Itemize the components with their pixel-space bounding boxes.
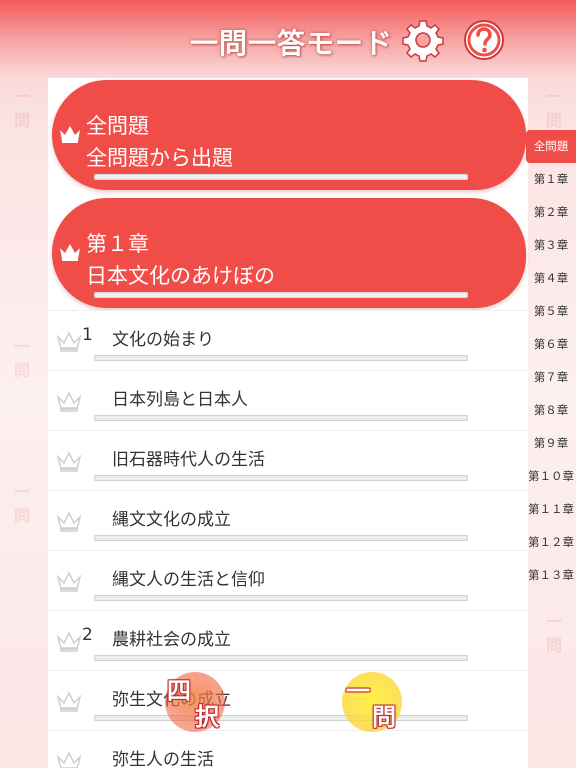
progress-bar — [94, 174, 468, 180]
crown-icon — [56, 691, 82, 712]
progress-bar — [94, 715, 468, 721]
progress-bar — [94, 415, 468, 421]
crown-icon — [56, 571, 82, 592]
crown-icon — [60, 126, 80, 143]
crown-icon — [56, 631, 82, 652]
list-item[interactable]: 弥生人の生活 — [48, 730, 528, 768]
background-watermark: 一問 — [545, 87, 562, 130]
chapter-index-item[interactable]: 第３章 — [526, 229, 576, 262]
list-item-label: 農耕社会の成立 — [112, 630, 231, 650]
gear-icon[interactable] — [401, 18, 445, 62]
chapter-index: 全問題 第１章 第２章 第３章 第４章 第５章 第６章 第７章 第８章 第９章 … — [526, 130, 576, 592]
card-chapter-1[interactable]: 第１章 日本文化のあけぼの — [52, 198, 526, 308]
chapter-index-item-all[interactable]: 全問題 — [526, 130, 576, 163]
progress-bar — [94, 595, 468, 601]
chapter-index-item[interactable]: 第７章 — [526, 361, 576, 394]
list-item[interactable]: 旧石器時代人の生活 — [48, 430, 528, 490]
section-number: 1 — [82, 325, 93, 345]
crown-icon — [56, 451, 82, 472]
list-item[interactable]: 2 農耕社会の成立 — [48, 610, 528, 670]
card-title: 第１章 — [86, 232, 149, 256]
crown-icon — [56, 391, 82, 412]
background-watermark: 一問 — [545, 612, 562, 655]
list-item-label: 文化の始まり — [112, 330, 214, 350]
card-title: 全問題 — [86, 114, 149, 138]
background-watermark: 一問 — [13, 87, 30, 130]
list-item[interactable]: 弥生文化の成立 — [48, 670, 528, 730]
mode-button-char: 四 — [167, 677, 191, 705]
card-all-questions[interactable]: 全問題 全問題から出題 — [52, 80, 526, 190]
four-choice-mode-button[interactable]: 四 択 — [165, 672, 225, 732]
chapter-index-item[interactable]: 第１１章 — [526, 493, 576, 526]
crown-icon — [56, 511, 82, 532]
background-watermark: 一問 — [13, 482, 30, 525]
list-item[interactable]: 1 文化の始まり — [48, 310, 528, 370]
chapter-index-item[interactable]: 第６章 — [526, 328, 576, 361]
section-number: 2 — [82, 625, 93, 645]
crown-icon — [56, 331, 82, 352]
list-item-label: 縄文文化の成立 — [112, 510, 231, 530]
background-watermark: 一問 — [13, 337, 30, 380]
chapter-index-item[interactable]: 第１０章 — [526, 460, 576, 493]
chapter-index-item[interactable]: 第１３章 — [526, 559, 576, 592]
list-item[interactable]: 縄文文化の成立 — [48, 490, 528, 550]
list-item-label: 弥生人の生活 — [112, 750, 214, 768]
chapter-index-item[interactable]: 第８章 — [526, 394, 576, 427]
list-item-label: 旧石器時代人の生活 — [112, 450, 265, 470]
progress-bar — [94, 655, 468, 661]
progress-bar — [94, 475, 468, 481]
card-subtitle: 全問題から出題 — [86, 146, 233, 170]
chapter-index-item[interactable]: 第４章 — [526, 262, 576, 295]
chapter-index-item[interactable]: 第１章 — [526, 163, 576, 196]
help-circle-icon[interactable] — [462, 18, 506, 62]
one-answer-mode-button[interactable]: 一 問 — [342, 672, 402, 732]
mode-button-char: 一 — [346, 677, 370, 705]
chapter-index-item[interactable]: 第１２章 — [526, 526, 576, 559]
chapter-index-item[interactable]: 第２章 — [526, 196, 576, 229]
mode-button-char: 問 — [372, 703, 396, 731]
progress-bar — [94, 355, 468, 361]
chapter-index-item[interactable]: 第９章 — [526, 427, 576, 460]
header-bar: 一問一答モード — [0, 0, 576, 78]
page-title: 一問一答モード — [190, 27, 394, 60]
list-item[interactable]: 縄文人の生活と信仰 — [48, 550, 528, 610]
chapter-index-item[interactable]: 第５章 — [526, 295, 576, 328]
progress-bar — [94, 535, 468, 541]
crown-icon — [60, 244, 80, 261]
progress-bar — [94, 292, 468, 298]
list-item-label: 縄文人の生活と信仰 — [112, 570, 265, 590]
mode-button-char: 択 — [195, 703, 219, 731]
card-subtitle: 日本文化のあけぼの — [86, 264, 275, 288]
list-item[interactable]: 日本列島と日本人 — [48, 370, 528, 430]
crown-icon — [56, 751, 82, 768]
list-item-label: 日本列島と日本人 — [112, 390, 248, 410]
